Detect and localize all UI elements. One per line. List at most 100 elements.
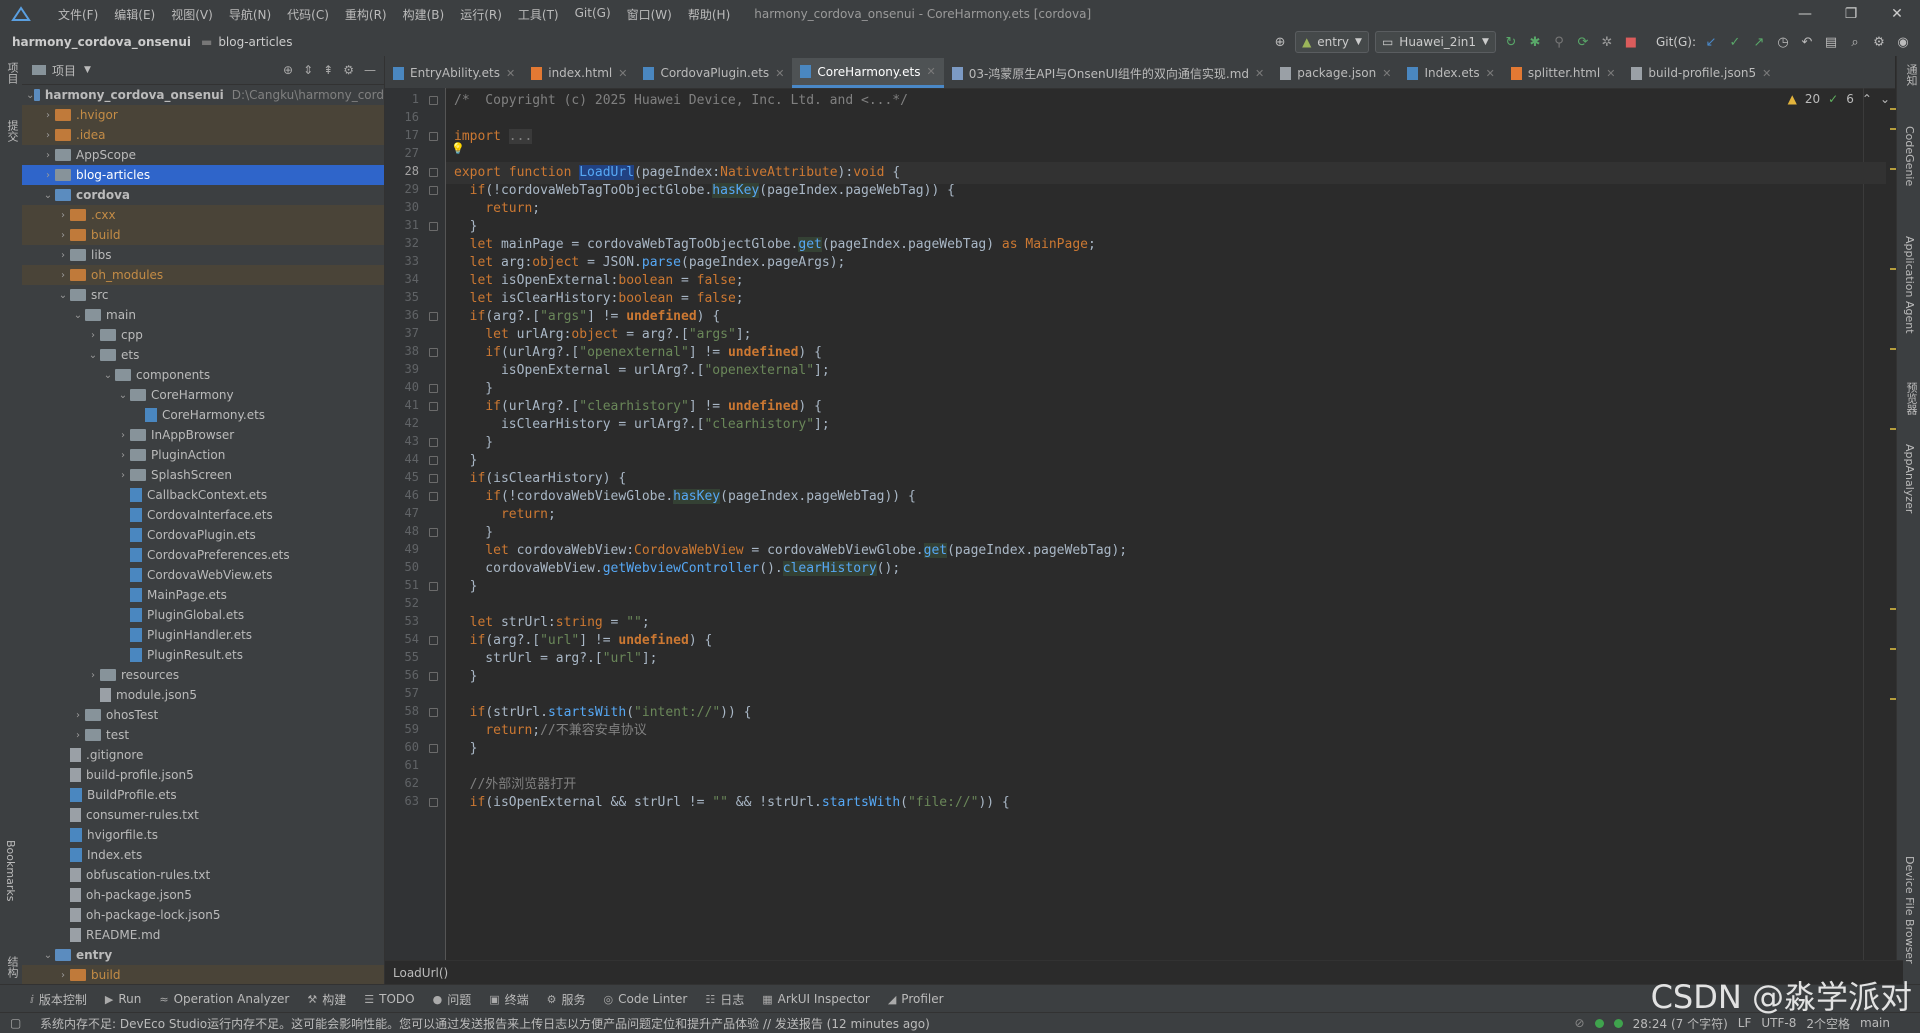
file-encoding[interactable]: UTF-8 [1761, 1016, 1796, 1030]
inspection-widget[interactable]: ▲ 20 ✓ 6 ⌃ ⌄ [1788, 92, 1890, 106]
tree-row[interactable]: ⌄ entry [22, 945, 384, 965]
tree-row[interactable]: › ohosTest [22, 705, 384, 725]
fold-toggle-icon[interactable] [429, 528, 438, 537]
tree-row[interactable]: › libs [22, 245, 384, 265]
chevron-right-icon[interactable]: › [56, 230, 70, 241]
previewer-tool-button[interactable]: 预览器 [1903, 382, 1919, 415]
line-number[interactable]: 35 [385, 290, 419, 304]
fold-toggle-icon[interactable] [429, 438, 438, 447]
line-number[interactable]: 38 [385, 344, 419, 358]
status-toggle-icon[interactable]: ▢ [10, 1016, 21, 1030]
git-push-icon[interactable]: ↗ [1750, 33, 1768, 51]
breadcrumb-folder[interactable]: blog-articles [218, 35, 292, 49]
fold-toggle-icon[interactable] [429, 744, 438, 753]
lightbulb-icon[interactable]: 💡 [451, 142, 465, 155]
tool-window-button[interactable]: ▶ Run [105, 992, 141, 1006]
application-agent-tool-button[interactable]: Application Agent [1903, 236, 1916, 334]
breadcrumb-project[interactable]: harmony_cordova_onsenui [12, 35, 191, 49]
menu-item[interactable]: 运行(R) [452, 6, 510, 23]
fold-toggle-icon[interactable] [429, 222, 438, 231]
rollback-icon[interactable]: ↶ [1798, 33, 1816, 51]
tree-row[interactable]: › SplashScreen [22, 465, 384, 485]
line-number[interactable]: 61 [385, 758, 419, 772]
chevron-down-icon[interactable]: ⌄ [86, 350, 100, 361]
hide-icon[interactable]: — [364, 63, 376, 77]
editor-tab[interactable]: package.json ✕ [1272, 58, 1399, 88]
line-number[interactable]: 42 [385, 416, 419, 430]
tree-row[interactable]: build-profile.json5 [22, 765, 384, 785]
line-number[interactable]: 37 [385, 326, 419, 340]
appanalyzer-tool-button[interactable]: AppAnalyzer [1903, 444, 1916, 513]
code-breadcrumb-item[interactable]: LoadUrl() [393, 966, 448, 980]
chevron-right-icon[interactable]: › [41, 110, 55, 121]
tree-row[interactable]: oh-package-lock.json5 [22, 905, 384, 925]
status-message[interactable]: 系统内存不足: DevEco Studio运行内存不足。这可能会影响性能。您可以… [40, 1015, 930, 1032]
chevron-right-icon[interactable]: › [71, 730, 85, 741]
line-number[interactable]: 49 [385, 542, 419, 556]
line-number[interactable]: 53 [385, 614, 419, 628]
code-line[interactable]: } [454, 576, 478, 598]
line-number[interactable]: 16 [385, 110, 419, 124]
tree-row[interactable]: › build [22, 225, 384, 245]
editor-tab[interactable]: splitter.html ✕ [1503, 58, 1624, 88]
line-number[interactable]: 55 [385, 650, 419, 664]
menu-item[interactable]: 工具(T) [510, 6, 567, 23]
fold-toggle-icon[interactable] [429, 456, 438, 465]
chevron-right-icon[interactable]: › [41, 170, 55, 181]
tree-row[interactable]: ⌄ CoreHarmony [22, 385, 384, 405]
menu-item[interactable]: 重构(R) [337, 6, 395, 23]
fold-toggle-icon[interactable] [429, 672, 438, 681]
fold-toggle-icon[interactable] [429, 96, 438, 105]
run-config-select[interactable]: ▲ entry ▼ [1295, 31, 1369, 53]
device-file-browser-tool-button[interactable]: Device File Browser [1903, 856, 1916, 964]
fold-toggle-icon[interactable] [429, 402, 438, 411]
chevron-down-icon[interactable]: ⌄ [101, 370, 115, 381]
chevron-right-icon[interactable]: › [71, 710, 85, 721]
close-icon[interactable]: ✕ [1606, 67, 1615, 80]
tree-row[interactable]: CordovaInterface.ets [22, 505, 384, 525]
project-structure-icon[interactable]: ▤ [1822, 33, 1840, 51]
chevron-down-icon[interactable]: ⌄ [41, 950, 55, 961]
code-line[interactable]: cordovaWebView.getWebviewController().cl… [454, 558, 900, 580]
editor-tab[interactable]: index.html ✕ [523, 58, 635, 88]
tree-row[interactable]: Index.ets [22, 845, 384, 865]
tree-row[interactable]: PluginHandler.ets [22, 625, 384, 645]
line-number[interactable]: 46 [385, 488, 419, 502]
fold-toggle-icon[interactable] [429, 348, 438, 357]
line-number[interactable]: 47 [385, 506, 419, 520]
chevron-right-icon[interactable]: › [41, 130, 55, 141]
collapse-all-icon[interactable]: ⇞ [323, 63, 333, 77]
git-update-icon[interactable]: ↙ [1702, 33, 1720, 51]
line-number[interactable]: 44 [385, 452, 419, 466]
chevron-up-icon[interactable]: ⌃ [1862, 92, 1872, 106]
tree-row[interactable]: obfuscation-rules.txt [22, 865, 384, 885]
attach-debugger-icon[interactable]: ⚲ [1550, 33, 1568, 51]
tree-row[interactable]: module.json5 [22, 685, 384, 705]
chevron-right-icon[interactable]: › [116, 450, 130, 461]
tree-row[interactable]: MainPage.ets [22, 585, 384, 605]
code-line[interactable]: isOpenExternal = urlArg?.["openexternal"… [454, 360, 830, 382]
close-icon[interactable]: ✕ [1382, 67, 1391, 80]
tool-window-button[interactable]: ⚙ 服务 [547, 991, 586, 1008]
editor-tab[interactable]: EntryAbility.ets ✕ [385, 58, 523, 88]
menu-item[interactable]: 文件(F) [50, 6, 106, 23]
tool-window-button[interactable]: ▦ ArkUI Inspector [762, 992, 870, 1006]
tree-row[interactable]: CordovaPreferences.ets [22, 545, 384, 565]
line-number[interactable]: 39 [385, 362, 419, 376]
fold-toggle-icon[interactable] [429, 132, 438, 141]
code-line[interactable]: import ... [454, 126, 533, 148]
line-number[interactable]: 52 [385, 596, 419, 610]
code-line[interactable]: isClearHistory = urlArg?.["clearhistory"… [454, 414, 830, 436]
fold-toggle-icon[interactable] [429, 384, 438, 393]
tree-row[interactable]: PluginGlobal.ets [22, 605, 384, 625]
code-line[interactable]: } [454, 738, 478, 760]
tree-row[interactable]: › PluginAction [22, 445, 384, 465]
tree-row[interactable]: › test [22, 725, 384, 745]
line-number[interactable]: 27 [385, 146, 419, 160]
fold-toggle-icon[interactable] [429, 474, 438, 483]
tree-row[interactable]: › .cxx [22, 205, 384, 225]
search-icon[interactable]: ⌕ [1846, 33, 1864, 51]
tree-row[interactable]: › .hvigor [22, 105, 384, 125]
menu-item[interactable]: 代码(C) [279, 6, 337, 23]
expand-all-icon[interactable]: ⇕ [303, 63, 313, 77]
